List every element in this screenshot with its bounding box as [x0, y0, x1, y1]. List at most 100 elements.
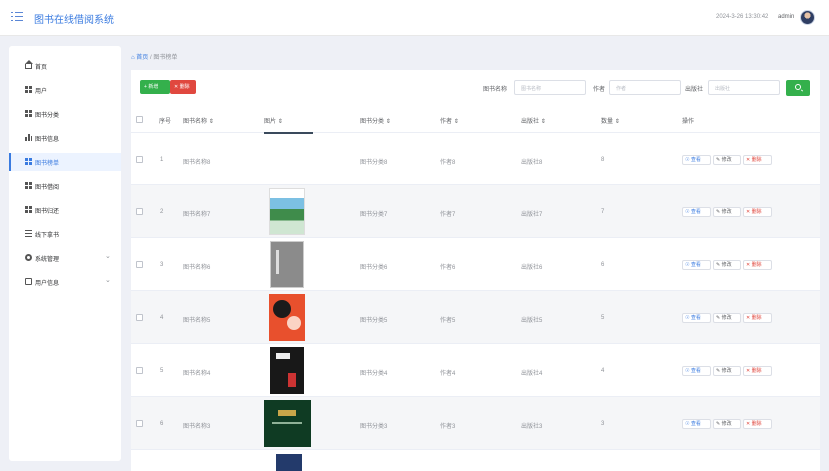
header-book-name[interactable]: 图书名称 ⇕ [183, 116, 214, 125]
edit-button[interactable]: ✎ 修改 [713, 419, 741, 429]
author-input[interactable]: 作者 [609, 80, 681, 95]
delete-button[interactable]: ✕ 删除 [743, 313, 772, 323]
main-panel: + 新增 ✕ 删除 图书名称 图书名称 作者 作者 出版社 出版社 序号 图书名… [131, 70, 820, 471]
bar-chart-icon [25, 134, 32, 141]
view-button[interactable]: ☉ 查看 [682, 313, 711, 323]
header-index: 序号 [159, 119, 172, 125]
edit-button[interactable]: ✎ 修改 [713, 366, 741, 376]
view-button[interactable]: ☉ 查看 [682, 366, 711, 376]
sort-icon: ⇕ [277, 119, 283, 125]
filter-label-publisher: 出版社 [685, 87, 704, 93]
row-book-name: 图书名称5 [183, 318, 211, 324]
view-button[interactable]: ☉ 查看 [682, 207, 711, 217]
sidebar-item-user-info[interactable]: 用户信息 ⌄ [9, 273, 121, 291]
grid-icon [25, 158, 32, 165]
row-index: 2 [160, 209, 164, 215]
header-category[interactable]: 图书分类 ⇕ [360, 116, 391, 125]
breadcrumb-home-icon[interactable]: ⌂ [131, 55, 135, 61]
book-cover-image [264, 399, 311, 448]
sidebar-item-book-category[interactable]: 图书分类 [9, 105, 121, 123]
grid-icon [25, 86, 32, 93]
sidebar-item-book-return[interactable]: 图书归还 [9, 201, 121, 219]
delete-button[interactable]: ✕ 删除 [743, 366, 772, 376]
book-cover-image [264, 346, 311, 395]
edit-button[interactable]: ✎ 修改 [713, 207, 741, 217]
grid-icon [25, 110, 32, 117]
sidebar-item-book-info[interactable]: 图书信息 [9, 129, 121, 147]
breadcrumb-separator: / [149, 55, 152, 61]
table-row: 3 图书名称6 图书分类6 作者6 出版社6 6 ☉ 查看 ✎ 修改 ✕ 删除 [131, 238, 820, 291]
edit-button[interactable]: ✎ 修改 [713, 260, 741, 270]
delete-button[interactable]: ✕ 删除 [743, 419, 772, 429]
header-image[interactable]: 图片 ⇕ [264, 116, 283, 125]
sidebar-item-book-ranking[interactable]: 图书榜单 [9, 153, 121, 171]
row-index: 6 [160, 421, 164, 427]
search-button[interactable] [786, 80, 810, 96]
row-checkbox[interactable] [136, 261, 143, 268]
row-category: 图书分类4 [360, 371, 388, 377]
username-label[interactable]: admin [778, 14, 794, 20]
home-icon [25, 60, 33, 69]
row-publisher: 出版社6 [521, 265, 543, 271]
sidebar-item-system-management[interactable]: 系统管理 ⌄ [9, 249, 121, 267]
row-author: 作者7 [440, 212, 456, 218]
book-cover-image [264, 136, 311, 185]
row-checkbox[interactable] [136, 420, 143, 427]
select-all-checkbox[interactable] [136, 116, 143, 123]
edit-button[interactable]: ✎ 修改 [713, 313, 741, 323]
sidebar-item-offline-pickup[interactable]: 线下拿书 [9, 225, 121, 243]
view-button[interactable]: ☉ 查看 [682, 260, 711, 270]
view-button[interactable]: ☉ 查看 [682, 155, 711, 165]
sidebar-item-home[interactable]: 首页 [9, 57, 121, 75]
header-author[interactable]: 作者 ⇕ [440, 116, 459, 125]
book-cover-image [264, 240, 311, 289]
row-checkbox[interactable] [136, 208, 143, 215]
book-cover-image [264, 293, 311, 342]
sidebar-item-label: 系统管理 [35, 257, 60, 263]
batch-delete-button[interactable]: ✕ 删除 [170, 80, 196, 94]
sidebar-item-label: 图书信息 [35, 137, 60, 143]
delete-button[interactable]: ✕ 删除 [743, 207, 772, 217]
book-cover-image [264, 187, 311, 236]
delete-button[interactable]: ✕ 删除 [743, 260, 772, 270]
grid-icon [25, 182, 32, 189]
row-checkbox[interactable] [136, 156, 143, 163]
header-publisher[interactable]: 出版社 ⇕ [521, 116, 546, 125]
app-title: 图书在线借阅系统 [34, 15, 114, 26]
menu-toggle-icon[interactable] [11, 12, 23, 22]
edit-button[interactable]: ✎ 修改 [713, 155, 741, 165]
sidebar-item-users[interactable]: 用户 [9, 81, 121, 99]
row-category: 图书分类7 [360, 212, 388, 218]
chevron-down-icon: ⌄ [105, 253, 111, 260]
header-quantity[interactable]: 数量 ⇕ [601, 116, 620, 125]
sidebar-item-book-borrow[interactable]: 图书借阅 [9, 177, 121, 195]
row-category: 图书分类6 [360, 265, 388, 271]
breadcrumb-home[interactable]: 首页 [136, 55, 148, 61]
sort-icon: ⇕ [540, 119, 546, 125]
breadcrumb-current: 图书榜单 [153, 55, 178, 61]
sort-icon: ⇕ [614, 119, 620, 125]
list-icon [25, 230, 32, 237]
delete-button[interactable]: ✕ 删除 [743, 155, 772, 165]
row-quantity: 8 [601, 157, 605, 163]
add-button[interactable]: + 新增 [140, 80, 170, 94]
row-author: 作者8 [440, 160, 456, 166]
chevron-down-icon: ⌄ [105, 277, 111, 284]
row-book-name: 图书名称6 [183, 265, 211, 271]
sidebar-item-label: 图书借阅 [35, 185, 60, 191]
publisher-input[interactable]: 出版社 [708, 80, 780, 95]
row-publisher: 出版社7 [521, 212, 543, 218]
row-quantity: 5 [601, 315, 605, 321]
row-checkbox[interactable] [136, 314, 143, 321]
row-book-name: 图书名称7 [183, 212, 211, 218]
top-bar: 图书在线借阅系统 2024-3-26 13:30:42 admin [0, 0, 829, 36]
user-avatar[interactable] [800, 10, 815, 25]
row-quantity: 4 [601, 368, 605, 374]
book-name-input[interactable]: 图书名称 [514, 80, 586, 95]
view-button[interactable]: ☉ 查看 [682, 419, 711, 429]
search-icon [795, 84, 801, 90]
sidebar-item-label: 用户信息 [35, 281, 60, 287]
row-checkbox[interactable] [136, 367, 143, 374]
card-icon [25, 278, 32, 285]
table-row: 1 图书名称8 图书分类8 作者8 出版社8 8 ☉ 查看 ✎ 修改 ✕ 删除 [131, 134, 820, 185]
